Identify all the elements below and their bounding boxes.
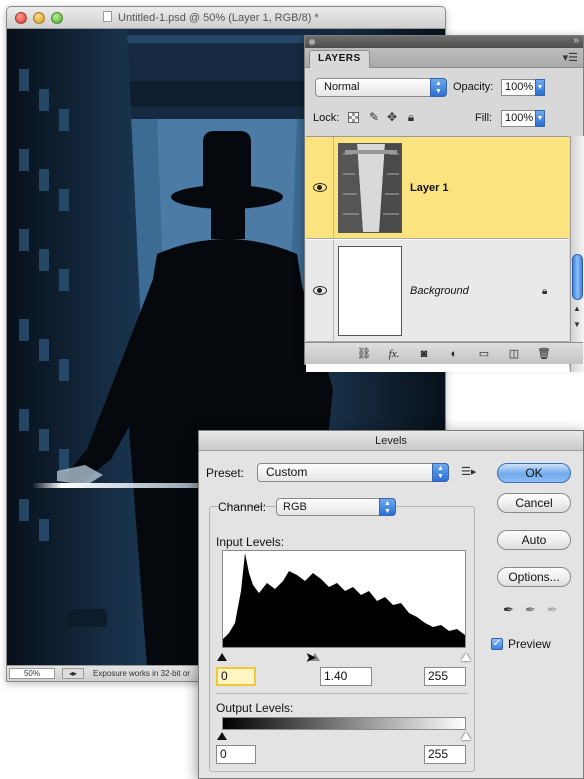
input-black-field[interactable]: 0 <box>216 667 256 686</box>
input-black-slider[interactable] <box>217 653 227 661</box>
preview-label: Preview <box>508 637 551 651</box>
select-arrows-icon: ▲ ▼ <box>430 78 447 97</box>
channel-row: Channel: RGB ▲ ▼ <box>218 498 396 517</box>
fill-field[interactable]: 100% ▼ <box>501 110 545 127</box>
opacity-dropdown-icon[interactable]: ▼ <box>535 79 545 96</box>
eye-icon <box>313 183 327 192</box>
close-window-button[interactable] <box>15 12 27 24</box>
folder-icon[interactable]: ▭ <box>477 347 491 361</box>
layers-list: Layer 1 Background 🔒︎ <box>306 136 569 372</box>
input-gamma-field[interactable]: 1.40 <box>320 667 372 686</box>
preset-select[interactable]: Custom ▲ ▼ <box>257 463 449 482</box>
levels-titlebar[interactable]: Levels <box>199 431 583 451</box>
layers-panel: » LAYERS ▾☰ Normal ▲ ▼ Opacity: 100% ▼ Lo… <box>304 35 584 372</box>
eye-icon <box>313 286 327 295</box>
white-eyedropper-icon[interactable]: ✒ <box>547 602 558 618</box>
layer-1-thumbnail <box>338 143 402 233</box>
trash-icon[interactable]: 🗑︎ <box>537 347 551 361</box>
fill-value: 100% <box>505 112 534 124</box>
layer-1-thumbnail-image <box>339 144 401 232</box>
output-levels-label: Output Levels: <box>216 701 294 715</box>
panel-tab-bar: LAYERS ▾☰ <box>305 48 583 68</box>
input-white-slider[interactable] <box>461 653 471 661</box>
minimize-window-button[interactable] <box>33 12 45 24</box>
background-lock-icon: 🔒︎ <box>542 286 548 297</box>
output-gradient-bar <box>222 717 466 730</box>
layer-row-background[interactable]: Background 🔒︎ <box>306 240 569 342</box>
scroll-down-arrow-icon[interactable]: ▼ <box>573 320 581 329</box>
layers-scrollbar[interactable]: ▲ ▼ <box>570 136 584 372</box>
layer-visibility-toggle[interactable] <box>306 240 334 341</box>
panel-menu-icon[interactable]: ▾☰ <box>563 51 578 64</box>
lock-move-icon[interactable]: ✥ <box>385 110 399 124</box>
scrollbar-thumb[interactable] <box>572 254 583 300</box>
lock-all-icon[interactable]: 🔒︎ <box>404 110 418 124</box>
select-arrows-icon: ▲ ▼ <box>379 498 396 516</box>
preset-options-icon[interactable]: ☰▸ <box>461 465 476 478</box>
mask-icon[interactable]: ◙ <box>417 347 431 361</box>
black-eyedropper-icon[interactable]: ✒ <box>503 602 514 618</box>
options-button[interactable]: Options... <box>497 567 571 587</box>
channel-label: Channel: <box>218 500 267 514</box>
output-levels-slider[interactable] <box>217 732 471 740</box>
section-divider <box>216 693 468 694</box>
lock-label: Lock: <box>313 112 340 124</box>
lock-brush-icon[interactable]: ✎ <box>367 110 381 124</box>
cancel-button[interactable]: Cancel <box>497 493 571 513</box>
fill-dropdown-icon[interactable]: ▼ <box>535 110 545 127</box>
background-layer-name[interactable]: Background <box>410 285 469 297</box>
blend-mode-value: Normal <box>324 81 360 93</box>
mouse-cursor-icon: ➤ <box>305 649 317 665</box>
auto-button[interactable]: Auto <box>497 530 571 550</box>
opacity-value: 100% <box>505 81 534 93</box>
select-arrows-icon: ▲ ▼ <box>432 463 449 482</box>
layers-footer: ⛓︎ fx. ◙ ◐ ▭ ◫ 🗑︎ <box>305 342 583 364</box>
output-white-slider[interactable] <box>461 732 471 740</box>
channel-select[interactable]: RGB ▲ ▼ <box>276 498 396 516</box>
link-icon[interactable]: ⛓︎ <box>357 347 371 361</box>
background-thumbnail <box>338 246 402 336</box>
fill-label: Fill: <box>475 112 493 124</box>
zoom-window-button[interactable] <box>51 12 63 24</box>
levels-dialog: Levels Preset: Custom ▲ ▼ ☰▸ Channel: RGB… <box>198 430 584 779</box>
document-titlebar[interactable]: Untitled-1.psd @ 50% (Layer 1, RGB/8) * <box>7 7 445 29</box>
ok-button[interactable]: OK <box>497 463 571 483</box>
gray-eyedropper-icon[interactable]: ✒ <box>525 602 536 618</box>
output-black-field[interactable]: 0 <box>216 745 256 764</box>
zoom-level-field[interactable]: 50% <box>9 668 55 679</box>
layer-row-layer-1[interactable]: Layer 1 <box>306 137 569 239</box>
histogram-graph <box>223 553 465 647</box>
histogram <box>222 550 466 648</box>
layer-1-name[interactable]: Layer 1 <box>410 182 449 194</box>
tab-layers[interactable]: LAYERS <box>309 50 370 68</box>
opacity-label: Opacity: <box>453 81 494 93</box>
scroll-up-arrow-icon[interactable]: ▲ <box>573 304 581 313</box>
adjustment-icon[interactable]: ◐ <box>447 347 461 361</box>
preset-label: Preset: <box>206 466 245 480</box>
input-levels-slider[interactable] <box>217 653 471 661</box>
document-title-text: Untitled-1.psd @ 50% (Layer 1, RGB/8) * <box>118 12 319 24</box>
fx-icon[interactable]: fx. <box>387 347 401 361</box>
document-title: Untitled-1.psd @ 50% (Layer 1, RGB/8) * <box>103 11 435 25</box>
panel-drag-strip[interactable]: » <box>305 35 583 48</box>
preview-checkbox[interactable]: ✓ <box>491 638 503 650</box>
new-layer-icon[interactable]: ◫ <box>507 347 521 361</box>
channel-value: RGB <box>283 501 307 513</box>
status-menu-arrow[interactable]: ◂▸ <box>62 668 84 679</box>
output-black-slider[interactable] <box>217 732 227 740</box>
panel-collapse-icon[interactable]: » <box>573 35 579 46</box>
opacity-field[interactable]: 100% ▼ <box>501 79 545 96</box>
input-white-field[interactable]: 255 <box>424 667 466 686</box>
blend-mode-select[interactable]: Normal ▲ ▼ <box>315 78 447 97</box>
status-info-text: Exposure works in 32-bit or <box>93 669 190 678</box>
layer-visibility-toggle[interactable] <box>306 137 334 238</box>
output-white-field[interactable]: 255 <box>424 745 466 764</box>
preset-value: Custom <box>266 465 308 479</box>
input-levels-label: Input Levels: <box>216 535 285 549</box>
lock-transparency-icon[interactable] <box>348 112 359 123</box>
levels-group: Channel: RGB ▲ ▼ Input Levels: 0 1.40 255… <box>209 498 475 772</box>
document-file-icon <box>103 11 112 22</box>
panel-close-icon[interactable] <box>309 39 315 45</box>
